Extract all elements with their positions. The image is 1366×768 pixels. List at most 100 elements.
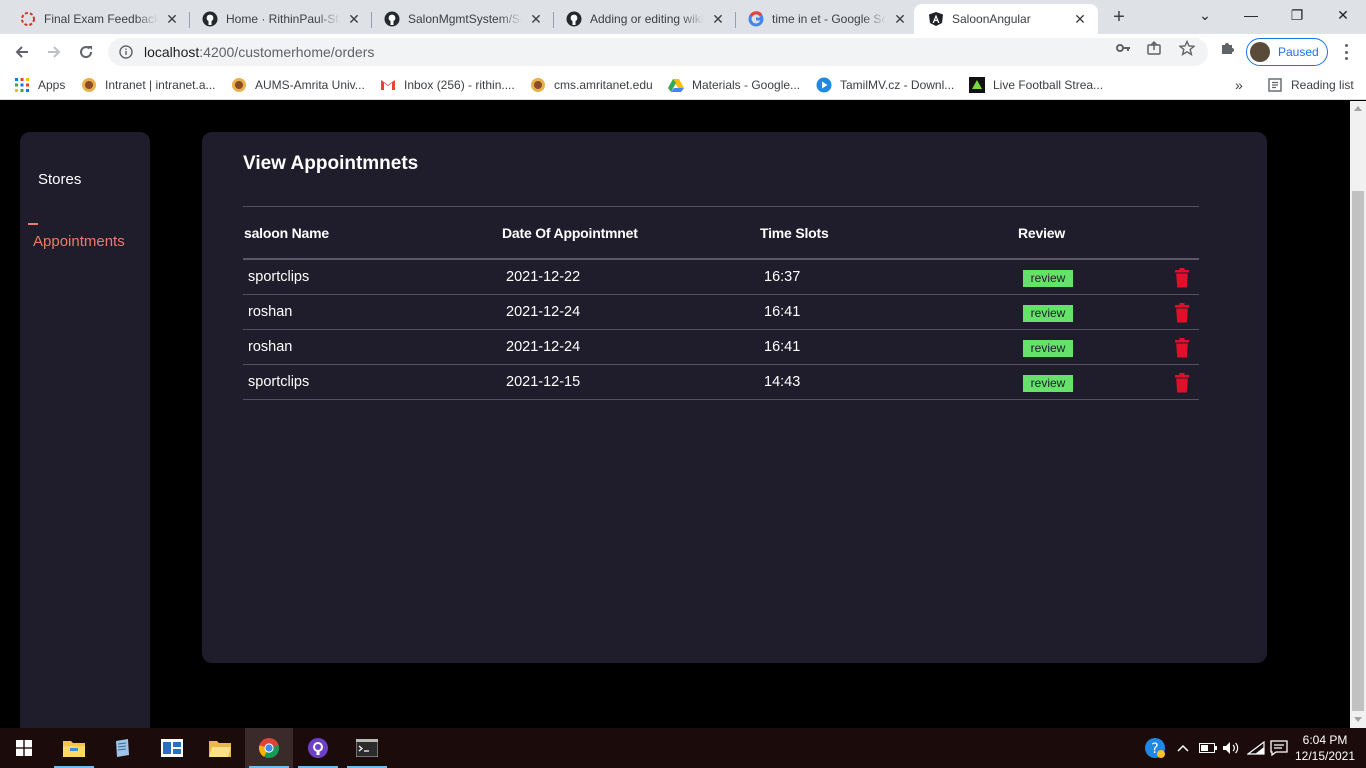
file-explorer-icon[interactable] [50, 728, 98, 768]
review-button[interactable]: review [1023, 305, 1073, 322]
review-button[interactable]: review [1023, 375, 1073, 392]
date-cell: 2021-12-15 [506, 374, 581, 390]
close-icon[interactable]: ✕ [346, 11, 362, 27]
page-scrollbar[interactable] [1350, 101, 1366, 728]
browser-toolbar: localhost:4200/customerhome/orders Pause… [0, 34, 1366, 70]
bookmark-item[interactable]: Materials - Google... [668, 76, 800, 94]
review-button[interactable]: review [1023, 270, 1073, 287]
github-icon [566, 11, 582, 27]
help-icon[interactable]: ? [1142, 728, 1168, 768]
clock-date: 12/15/2021 [1294, 749, 1356, 763]
page-viewport: Stores Appointments View Appointmnets sa… [0, 101, 1350, 728]
trash-icon[interactable] [1174, 373, 1190, 393]
close-icon[interactable]: ✕ [1072, 11, 1088, 27]
tab-title: Home · RithinPaul-Star [226, 12, 340, 26]
profile-button[interactable]: Paused [1246, 38, 1328, 66]
bookmark-label: TamilMV.cz - Downl... [840, 78, 955, 92]
bookmark-item[interactable]: TamilMV.cz - Downl... [816, 76, 954, 94]
reload-icon[interactable] [74, 40, 98, 64]
wifi-icon[interactable] [1245, 728, 1267, 768]
close-icon[interactable]: ✕ [164, 11, 180, 27]
browser-tab[interactable]: Final Exam Feedback: S ✕ [0, 4, 190, 34]
appointments-table: saloon Name Date Of Appointmnet Time Slo… [243, 206, 1199, 400]
browser-tab[interactable]: Adding or editing wiki ✕ [546, 4, 736, 34]
avatar [1250, 42, 1270, 62]
more-bookmarks-icon[interactable]: » [1235, 76, 1243, 94]
url-host: localhost [144, 44, 200, 60]
chevron-up-icon[interactable] [1174, 728, 1192, 768]
bookmark-star-icon[interactable] [1179, 40, 1195, 56]
apps-grid-icon [14, 77, 30, 93]
close-icon[interactable]: ✕ [892, 11, 908, 27]
reading-list-button[interactable]: Reading list [1267, 76, 1354, 94]
amrita-icon [81, 77, 97, 93]
chrome-icon[interactable] [245, 728, 293, 768]
scroll-down-icon[interactable] [1354, 717, 1362, 722]
windows-start-icon[interactable] [0, 728, 48, 768]
bookmark-label: Live Football Strea... [993, 78, 1104, 92]
bookmark-item[interactable]: Live Football Strea... [969, 76, 1103, 94]
control-panel-icon[interactable] [148, 728, 196, 768]
github-desktop-icon[interactable] [294, 728, 342, 768]
table-row: sportclips 2021-12-15 14:43 review [243, 365, 1199, 400]
bookmark-item[interactable]: Intranet | intranet.a... [81, 76, 216, 94]
drive-icon [668, 77, 684, 93]
close-icon[interactable]: ✕ [528, 11, 544, 27]
sidebar-item-stores[interactable]: Stores [38, 171, 81, 188]
forward-icon[interactable] [42, 40, 66, 64]
scroll-up-icon[interactable] [1354, 106, 1362, 111]
site-info-icon[interactable] [118, 44, 134, 60]
reading-list-label: Reading list [1291, 78, 1354, 92]
folder-icon[interactable] [196, 728, 244, 768]
scrollbar-thumb[interactable] [1352, 191, 1364, 711]
volume-icon[interactable] [1220, 728, 1242, 768]
address-bar[interactable]: localhost:4200/customerhome/orders [108, 38, 1208, 66]
bookmark-item[interactable]: cms.amritanet.edu [530, 76, 653, 94]
bookmark-label: Inbox (256) - rithin.... [404, 78, 515, 92]
battery-icon[interactable] [1198, 728, 1218, 768]
url-text: localhost:4200/customerhome/orders [144, 44, 374, 60]
browser-tab-active[interactable]: SaloonAngular ✕ [914, 4, 1098, 34]
bookmark-item[interactable]: Inbox (256) - rithin.... [380, 76, 515, 94]
bookmark-item[interactable]: AUMS-Amrita Univ... [231, 76, 365, 94]
close-window-icon[interactable]: ✕ [1320, 0, 1366, 30]
share-icon[interactable] [1146, 40, 1162, 56]
tab-title: Final Exam Feedback: S [44, 12, 158, 26]
feedback-icon [20, 11, 36, 27]
amrita-icon [231, 77, 247, 93]
extensions-puzzle-icon[interactable] [1219, 40, 1235, 56]
bookmark-item[interactable]: Apps [14, 76, 65, 94]
notification-icon[interactable] [1268, 728, 1290, 768]
bookmark-label: AUMS-Amrita Univ... [255, 78, 365, 92]
github-icon [202, 11, 218, 27]
url-path: :4200/customerhome/orders [199, 44, 375, 60]
system-clock[interactable]: 6:04 PM 12/15/2021 [1290, 732, 1360, 764]
tab-search-chevron-icon[interactable]: ⌄ [1182, 0, 1228, 30]
trash-icon[interactable] [1174, 338, 1190, 358]
google-icon [748, 11, 764, 27]
more-menu-icon[interactable] [1338, 42, 1354, 62]
new-tab-button[interactable]: + [1107, 6, 1131, 30]
browser-tab[interactable]: SalonMgmtSystem/Sc ✕ [364, 4, 554, 34]
terminal-icon[interactable] [343, 728, 391, 768]
appointments-panel: View Appointmnets saloon Name Date Of Ap… [202, 132, 1267, 663]
browser-tab[interactable]: Home · RithinPaul-Star ✕ [182, 4, 372, 34]
angular-icon [928, 11, 944, 27]
football-icon [969, 77, 985, 93]
sidebar-item-appointments[interactable]: Appointments [33, 233, 125, 250]
column-header-saloon: saloon Name [244, 225, 329, 241]
github-icon [384, 11, 400, 27]
key-icon[interactable] [1115, 40, 1131, 56]
table-header: saloon Name Date Of Appointmnet Time Slo… [243, 207, 1199, 260]
review-button[interactable]: review [1023, 340, 1073, 357]
back-icon[interactable] [10, 40, 34, 64]
browser-tab[interactable]: time in et - Google Se ✕ [728, 4, 918, 34]
minimize-icon[interactable]: — [1228, 0, 1274, 30]
close-icon[interactable]: ✕ [710, 11, 726, 27]
restore-icon[interactable]: ❐ [1274, 0, 1320, 30]
trash-icon[interactable] [1174, 268, 1190, 288]
notepad-icon[interactable] [98, 728, 146, 768]
trash-icon[interactable] [1174, 303, 1190, 323]
date-cell: 2021-12-24 [506, 304, 581, 320]
tab-title: SaloonAngular [952, 12, 1031, 26]
